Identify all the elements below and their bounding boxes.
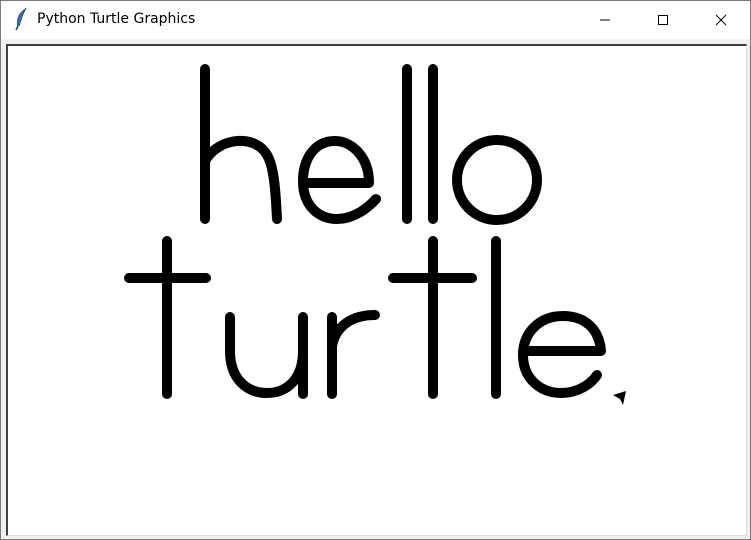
close-button[interactable]: [692, 1, 750, 39]
turtle-drawing: [124, 64, 626, 405]
maximize-button[interactable]: [634, 1, 692, 39]
word-turtle: [124, 236, 606, 399]
window-title: Python Turtle Graphics: [37, 11, 196, 27]
close-icon: [715, 11, 727, 30]
turtle-arrow-icon: [613, 391, 626, 405]
turtle-window: Python Turtle Graphics: [0, 0, 751, 540]
minimize-icon: [599, 11, 611, 30]
maximize-icon: [657, 11, 669, 30]
turtle-canvas[interactable]: [6, 44, 747, 536]
word-hello: [200, 64, 542, 225]
minimize-button[interactable]: [576, 1, 634, 39]
feather-icon: [11, 7, 31, 31]
title-bar[interactable]: Python Turtle Graphics: [1, 1, 750, 39]
